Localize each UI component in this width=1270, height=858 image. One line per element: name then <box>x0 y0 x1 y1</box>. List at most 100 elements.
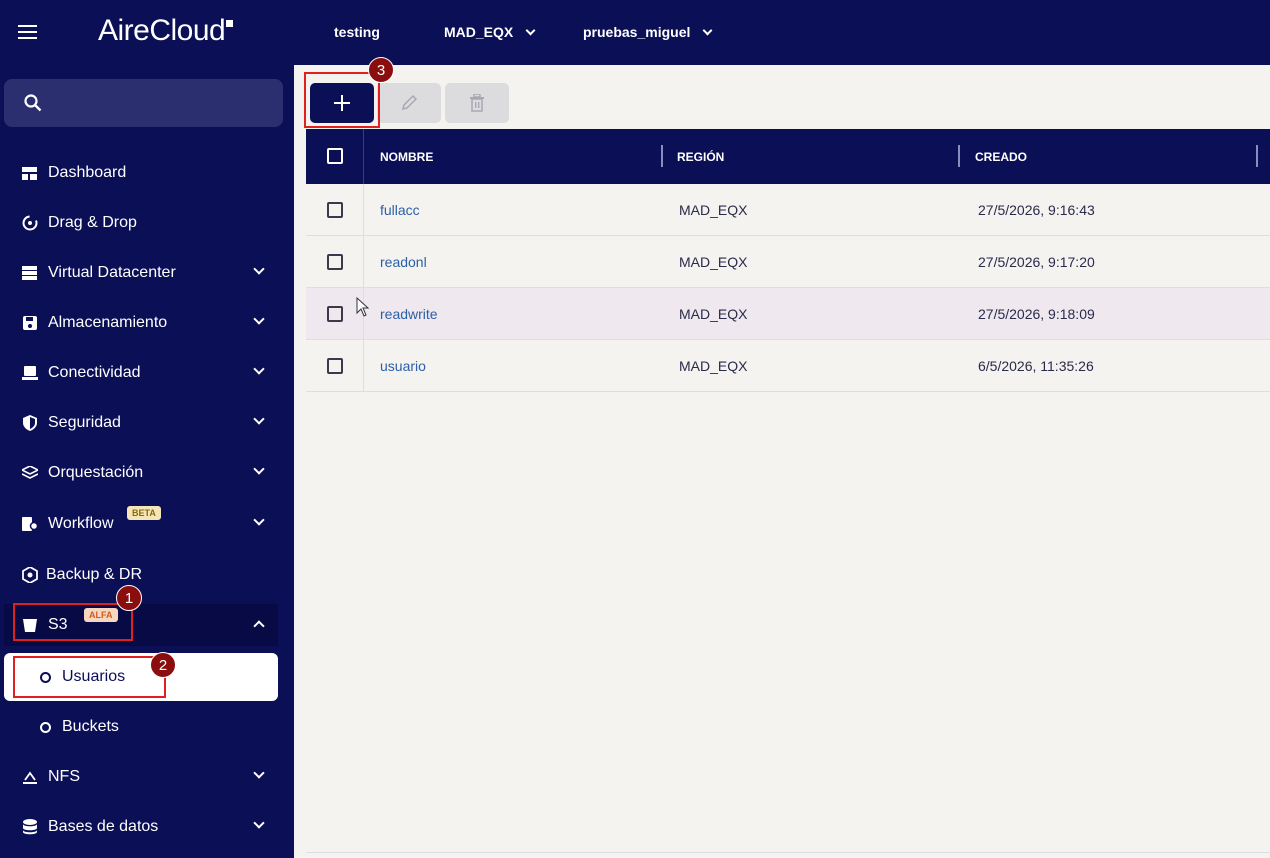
sidebar-item-drag-drop[interactable]: Drag & Drop <box>0 202 280 244</box>
circle-icon <box>40 722 51 733</box>
server-icon <box>21 265 38 282</box>
sidebar-item-label: Backup & DR <box>46 566 143 583</box>
chevron-down-icon <box>702 25 713 36</box>
chevron-down-icon <box>253 413 265 425</box>
chevron-up-icon <box>253 620 265 632</box>
sidebar-item-almacenamiento[interactable]: Almacenamiento <box>0 302 280 344</box>
region-cell: MAD_EQX <box>679 306 748 322</box>
user-name-link[interactable]: readwrite <box>380 306 438 322</box>
annotation-box <box>13 656 166 698</box>
select-all-checkbox[interactable] <box>327 148 343 164</box>
laptop-icon <box>21 365 38 382</box>
row-checkbox[interactable] <box>327 358 343 374</box>
sidebar-item-dashboard[interactable]: Dashboard <box>0 152 280 194</box>
search-input[interactable] <box>4 79 283 127</box>
sidebar-item-bases-de-datos[interactable]: Bases de datos <box>0 806 280 848</box>
region-selector[interactable]: MAD_EQX <box>444 24 536 40</box>
delete-button[interactable] <box>445 83 509 123</box>
user-name-link[interactable]: usuario <box>380 358 426 374</box>
sidebar-item-label: Almacenamiento <box>48 314 168 331</box>
sidebar-item-virtual-datacenter[interactable]: Virtual Datacenter <box>0 252 280 294</box>
row-checkbox[interactable] <box>327 202 343 218</box>
table-row[interactable]: fullacc MAD_EQX 27/5/2026, 9:16:43 <box>306 184 1270 236</box>
annotation-marker: 2 <box>150 652 176 678</box>
divider <box>306 852 1270 853</box>
sidebar-item-seguridad[interactable]: Seguridad <box>0 402 280 444</box>
top-bar: AireCloud testing MAD_EQX pruebas_miguel <box>0 0 1270 65</box>
table-header: NOMBRE REGIÓN CREADO <box>306 129 1270 184</box>
sidebar-item-label: Seguridad <box>48 414 121 431</box>
column-divider <box>363 129 364 184</box>
beta-badge: BETA <box>127 506 161 520</box>
column-divider <box>363 184 364 235</box>
column-resize-handle[interactable] <box>1256 145 1258 167</box>
created-cell: 27/5/2026, 9:18:09 <box>978 306 1095 322</box>
chevron-down-icon <box>253 263 265 275</box>
chevron-down-icon <box>253 767 265 779</box>
sidebar: Dashboard Drag & Drop Virtual Datacenter… <box>0 65 294 858</box>
chevron-down-icon <box>253 313 265 325</box>
annotation-box <box>304 72 380 128</box>
sidebar-subitem-buckets[interactable]: Buckets <box>4 703 278 751</box>
search-icon <box>24 94 42 112</box>
edit-button[interactable] <box>377 83 441 123</box>
sidebar-item-workflow[interactable]: Workflow BETA <box>0 503 280 545</box>
column-header-nombre[interactable]: NOMBRE <box>380 150 433 164</box>
chevron-down-icon <box>253 817 265 829</box>
created-cell: 27/5/2026, 9:16:43 <box>978 202 1095 218</box>
logo: AireCloud <box>98 14 234 48</box>
shield-icon <box>21 415 38 432</box>
account-selector[interactable]: pruebas_miguel <box>583 24 713 40</box>
row-checkbox[interactable] <box>327 306 343 322</box>
pencil-icon <box>401 94 418 111</box>
logo-text: AireCloud <box>98 14 226 47</box>
project-label: testing <box>334 24 380 40</box>
users-table: NOMBRE REGIÓN CREADO fullacc MAD_EQX 27/… <box>306 129 1270 392</box>
chevron-down-icon <box>253 463 265 475</box>
annotation-marker: 3 <box>368 57 394 83</box>
region-cell: MAD_EQX <box>679 254 748 270</box>
region-label: MAD_EQX <box>444 24 514 40</box>
save-icon <box>21 315 38 332</box>
project-selector[interactable]: testing <box>334 24 380 40</box>
table-row[interactable]: readwrite MAD_EQX 27/5/2026, 9:18:09 <box>306 288 1270 340</box>
column-header-region[interactable]: REGIÓN <box>677 150 724 164</box>
sidebar-item-orquestacion[interactable]: Orquestación <box>0 452 280 494</box>
mouse-cursor-icon <box>356 297 370 317</box>
column-resize-handle[interactable] <box>958 145 960 167</box>
trash-icon <box>470 94 484 112</box>
sidebar-item-label: Workflow <box>48 515 114 532</box>
chevron-down-icon <box>525 25 536 36</box>
table-row[interactable]: usuario MAD_EQX 6/5/2026, 11:35:26 <box>306 340 1270 392</box>
chevron-down-icon <box>253 514 265 526</box>
nfs-icon <box>21 769 38 786</box>
sidebar-item-nfs[interactable]: NFS <box>0 756 280 798</box>
column-header-creado[interactable]: CREADO <box>975 150 1027 164</box>
annotation-marker: 1 <box>116 585 142 611</box>
row-checkbox[interactable] <box>327 254 343 270</box>
drag-drop-icon <box>21 215 38 232</box>
menu-icon[interactable] <box>18 25 37 39</box>
chevron-down-icon <box>253 363 265 375</box>
user-name-link[interactable]: fullacc <box>380 202 420 218</box>
dashboard-icon <box>21 165 38 182</box>
workflow-icon <box>21 516 38 533</box>
sidebar-item-backup[interactable]: Backup & DR <box>0 554 280 596</box>
table-row[interactable]: readonl MAD_EQX 27/5/2026, 9:17:20 <box>306 236 1270 288</box>
column-resize-handle[interactable] <box>661 145 663 167</box>
user-name-link[interactable]: readonl <box>380 254 427 270</box>
backup-icon <box>21 567 38 584</box>
sidebar-item-label: Bases de datos <box>48 818 159 835</box>
created-cell: 6/5/2026, 11:35:26 <box>978 358 1094 374</box>
account-label: pruebas_miguel <box>583 24 691 40</box>
sidebar-item-label: NFS <box>48 768 80 785</box>
sidebar-item-label: Drag & Drop <box>48 214 137 231</box>
sidebar-item-label: Virtual Datacenter <box>48 264 176 281</box>
sidebar-subitem-label: Buckets <box>62 718 119 735</box>
sidebar-item-conectividad[interactable]: Conectividad <box>0 352 280 394</box>
region-cell: MAD_EQX <box>679 358 748 374</box>
region-cell: MAD_EQX <box>679 202 748 218</box>
sidebar-item-label: Orquestación <box>48 464 144 481</box>
created-cell: 27/5/2026, 9:17:20 <box>978 254 1095 270</box>
database-icon <box>21 819 38 836</box>
